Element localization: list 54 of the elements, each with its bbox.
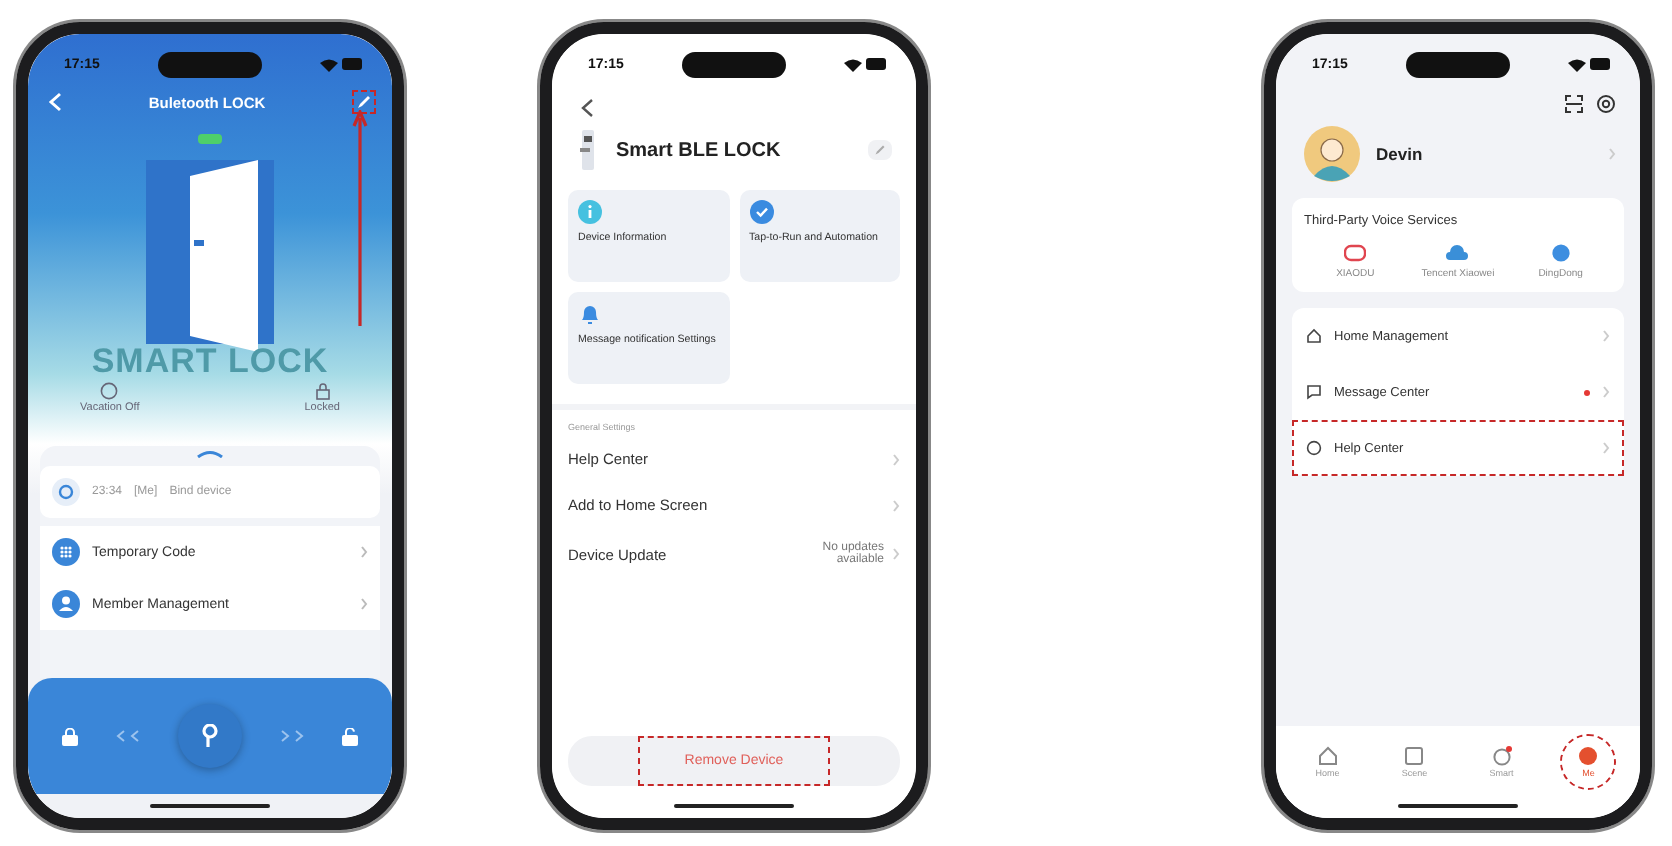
person-icon	[52, 590, 80, 618]
camera-notch	[1405, 51, 1510, 77]
chevrons-icon	[114, 730, 142, 742]
bell-icon	[578, 302, 602, 326]
chevron-icon	[1608, 148, 1616, 160]
help-icon	[1306, 440, 1322, 456]
device-name: Smart BLE LOCK	[616, 139, 783, 161]
back-icon[interactable]	[580, 98, 594, 118]
profile-icon	[1578, 746, 1599, 766]
profile-row[interactable]: Devin	[1276, 114, 1640, 198]
pencil-icon	[874, 144, 886, 156]
circle-icon	[1491, 746, 1512, 766]
key-icon	[200, 724, 220, 748]
avatar-icon	[1304, 126, 1360, 182]
info-icon	[578, 200, 602, 224]
lock-icon[interactable]	[62, 727, 78, 745]
chevron-icon	[1602, 442, 1610, 454]
pencil-icon	[355, 94, 372, 110]
lock-device-icon	[580, 130, 596, 170]
home-icon	[1306, 328, 1322, 344]
chevron-icon	[892, 453, 900, 465]
wifi-icon	[320, 57, 338, 71]
camera-notch	[681, 51, 786, 77]
battery-icon	[1590, 58, 1612, 70]
lock-icon[interactable]	[313, 382, 332, 400]
wifi-icon	[1568, 57, 1586, 71]
settings-icon[interactable]	[1596, 94, 1616, 114]
battery-icon	[342, 58, 364, 70]
square-icon	[1404, 746, 1425, 766]
chevron-icon	[360, 546, 368, 558]
battery-icon	[866, 58, 888, 70]
unlock-icon[interactable]	[342, 727, 358, 745]
chevron-icon	[1602, 330, 1610, 342]
scan-icon[interactable]	[1564, 94, 1584, 114]
log-icon	[52, 478, 80, 506]
wifi-icon	[844, 57, 862, 71]
chevron-icon	[892, 499, 900, 511]
home-icon	[1317, 746, 1338, 766]
key-button[interactable]	[178, 704, 242, 768]
camera-notch	[157, 51, 262, 77]
chevron-icon	[360, 598, 368, 610]
check-badge-icon	[749, 200, 773, 224]
message-icon	[1306, 384, 1322, 400]
battery-level-icon	[198, 134, 222, 144]
home-indicator	[150, 803, 270, 808]
chevron-icon	[892, 548, 900, 560]
brand-text: SMART LOCK	[91, 344, 329, 378]
edit-button[interactable]	[351, 90, 376, 114]
chevrons-icon	[278, 730, 306, 742]
chevron-icon	[1602, 386, 1610, 398]
home-indicator	[674, 803, 794, 808]
keypad-icon	[52, 538, 80, 566]
home-indicator	[1398, 803, 1518, 808]
collapse-handle-icon[interactable]	[196, 450, 224, 458]
